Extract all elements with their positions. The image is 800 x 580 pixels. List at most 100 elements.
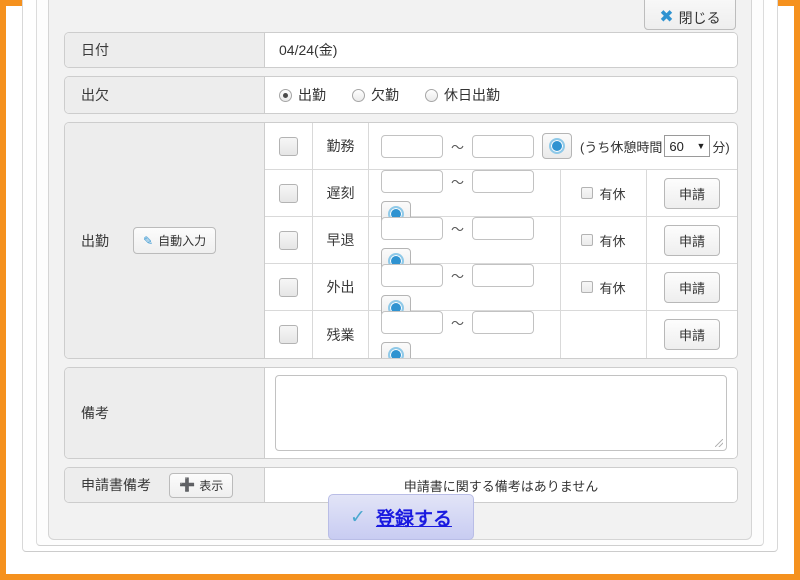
soutai-paid-leave-label: 有休 bbox=[599, 233, 626, 249]
kinmu-separator: 〜 bbox=[451, 139, 465, 155]
soutai-time-cell: 〜 bbox=[369, 217, 561, 274]
kinmu-name: 勤務 bbox=[313, 123, 369, 169]
plus-icon: ➕ bbox=[179, 477, 196, 492]
remarks-row: 備考 bbox=[64, 367, 738, 459]
gaishutsu-checkbox-cell bbox=[265, 264, 313, 310]
zangyou-checkbox-cell bbox=[265, 311, 313, 358]
attendance-row: 出欠 出勤 欠勤 休日出勤 bbox=[64, 76, 738, 114]
radio-present-label: 出勤 bbox=[298, 87, 326, 103]
radio-absent-label: 欠勤 bbox=[371, 87, 399, 103]
zangyou-separator: 〜 bbox=[451, 316, 465, 331]
radio-present-icon bbox=[279, 88, 292, 102]
zangyou-start-input[interactable] bbox=[381, 311, 443, 334]
kinmu-end-input[interactable] bbox=[472, 134, 535, 158]
work-rows: 勤務 〜 (うち休憩時間 60 ▼ 分) 遅刻 〜 有休 申請 早退 〜 有休 … bbox=[265, 123, 737, 358]
chikoku-checkbox-cell bbox=[265, 170, 313, 216]
radio-absent-icon bbox=[352, 88, 365, 102]
soutai-start-input[interactable] bbox=[381, 217, 443, 240]
work-section-label: 出勤 bbox=[81, 232, 109, 249]
close-button-label: 閉じる bbox=[678, 10, 721, 26]
chevron-down-icon: ▼ bbox=[696, 141, 706, 151]
break-time-prefix: (うち休憩時間 bbox=[580, 139, 663, 155]
kinmu-checkbox[interactable] bbox=[279, 136, 298, 156]
chikoku-paid-leave-label: 有休 bbox=[599, 186, 626, 202]
radio-holiday-work-label: 休日出勤 bbox=[444, 87, 500, 103]
remarks-label: 備考 bbox=[65, 368, 265, 458]
gaishutsu-name: 外出 bbox=[313, 264, 369, 310]
attendance-form: 日付 04/24(金) 出欠 出勤 欠勤 休日出勤 出勤 ✎ 自動入力 勤務 〜… bbox=[64, 32, 738, 511]
break-time-select[interactable]: 60 ▼ bbox=[664, 135, 711, 157]
clock-icon bbox=[549, 138, 566, 154]
attendance-label: 出欠 bbox=[65, 77, 265, 113]
work-section: 出勤 ✎ 自動入力 勤務 〜 (うち休憩時間 60 ▼ 分) 遅刻 〜 有休 申… bbox=[64, 122, 738, 359]
gaishutsu-separator: 〜 bbox=[451, 269, 465, 284]
chikoku-apply-button[interactable]: 申請 bbox=[663, 177, 720, 209]
soutai-apply-button[interactable]: 申請 bbox=[663, 224, 720, 256]
zangyou-time-cell: 〜 bbox=[369, 311, 561, 358]
gaishutsu-apply-button[interactable]: 申請 bbox=[663, 271, 720, 303]
remarks-cell bbox=[265, 368, 737, 458]
soutai-paid-leave-cell[interactable]: 有休 bbox=[561, 217, 647, 263]
gaishutsu-end-input[interactable] bbox=[472, 264, 535, 287]
gaishutsu-paid-leave-checkbox[interactable] bbox=[581, 281, 594, 293]
zangyou-checkbox[interactable] bbox=[279, 325, 298, 344]
pencil-icon: ✎ bbox=[143, 233, 154, 248]
soutai-apply-cell: 申請 bbox=[647, 217, 737, 263]
zangyou-apply-button[interactable]: 申請 bbox=[663, 319, 720, 350]
soutai-checkbox-cell bbox=[265, 217, 313, 263]
break-time-suffix: 分) bbox=[712, 139, 730, 155]
radio-option-absent[interactable]: 欠勤 bbox=[352, 85, 399, 105]
zangyou-end-input[interactable] bbox=[472, 311, 535, 334]
remarks-textarea[interactable] bbox=[275, 375, 727, 451]
gaishutsu-paid-leave-label: 有休 bbox=[599, 280, 626, 296]
work-row-zangyou: 残業 〜 申請 bbox=[265, 311, 737, 358]
break-time-value: 60 bbox=[669, 138, 684, 154]
gaishutsu-apply-cell: 申請 bbox=[647, 264, 737, 310]
chikoku-paid-leave-checkbox[interactable] bbox=[581, 187, 594, 199]
gaishutsu-paid-leave-cell[interactable]: 有休 bbox=[561, 264, 647, 310]
register-button-label: 登録する bbox=[375, 508, 452, 530]
close-x-icon: ✖ bbox=[659, 7, 674, 26]
soutai-paid-leave-checkbox[interactable] bbox=[581, 234, 594, 246]
work-row-chikoku: 遅刻 〜 有休 申請 bbox=[265, 170, 737, 227]
kinmu-time-cell: 〜 (うち休憩時間 60 ▼ 分) bbox=[369, 123, 737, 169]
zangyou-apply-cell: 申請 bbox=[647, 311, 737, 358]
date-row: 日付 04/24(金) bbox=[64, 32, 738, 68]
work-row-gaishutsu: 外出 〜 有休 申請 bbox=[265, 264, 737, 321]
auto-input-button[interactable]: ✎ 自動入力 bbox=[133, 227, 217, 254]
chikoku-apply-cell: 申請 bbox=[647, 170, 737, 216]
chikoku-name: 遅刻 bbox=[313, 170, 369, 216]
chikoku-paid-leave-cell[interactable]: 有休 bbox=[561, 170, 647, 216]
chikoku-end-input[interactable] bbox=[472, 170, 535, 193]
radio-holiday-work-icon bbox=[425, 88, 438, 102]
kinmu-clock-icon-button[interactable] bbox=[542, 133, 573, 159]
zangyou-clock-icon-button[interactable] bbox=[381, 342, 411, 358]
chikoku-checkbox[interactable] bbox=[279, 183, 298, 203]
chikoku-start-input[interactable] bbox=[381, 170, 443, 193]
work-row-kinmu: 勤務 〜 (うち休憩時間 60 ▼ 分) bbox=[265, 123, 737, 170]
soutai-end-input[interactable] bbox=[472, 217, 535, 240]
soutai-separator: 〜 bbox=[451, 222, 465, 237]
chikoku-time-cell: 〜 bbox=[369, 170, 561, 227]
gaishutsu-start-input[interactable] bbox=[381, 264, 443, 287]
zangyou-empty-cell bbox=[561, 311, 647, 358]
date-label: 日付 bbox=[65, 33, 265, 67]
radio-option-holiday-work[interactable]: 休日出勤 bbox=[425, 85, 500, 105]
gaishutsu-time-cell: 〜 bbox=[369, 264, 561, 321]
date-value: 04/24(金) bbox=[265, 33, 737, 67]
kinmu-checkbox-cell bbox=[265, 123, 313, 169]
attendance-radio-group: 出勤 欠勤 休日出勤 bbox=[265, 77, 737, 113]
radio-option-present[interactable]: 出勤 bbox=[279, 85, 326, 105]
zangyou-name: 残業 bbox=[313, 311, 369, 358]
break-time-group: (うち休憩時間 60 ▼ 分) bbox=[580, 135, 730, 157]
work-section-label-cell: 出勤 ✎ 自動入力 bbox=[65, 123, 265, 358]
close-button[interactable]: ✖ 閉じる bbox=[644, 0, 736, 30]
clock-icon bbox=[388, 347, 404, 358]
gaishutsu-checkbox[interactable] bbox=[279, 277, 298, 297]
chikoku-separator: 〜 bbox=[451, 175, 465, 190]
kinmu-start-input[interactable] bbox=[381, 134, 443, 158]
application-remarks-label: 申請書備考 bbox=[81, 477, 151, 493]
register-button[interactable]: ✓ 登録する bbox=[328, 494, 474, 540]
soutai-checkbox[interactable] bbox=[279, 230, 298, 250]
check-icon: ✓ bbox=[350, 506, 366, 528]
